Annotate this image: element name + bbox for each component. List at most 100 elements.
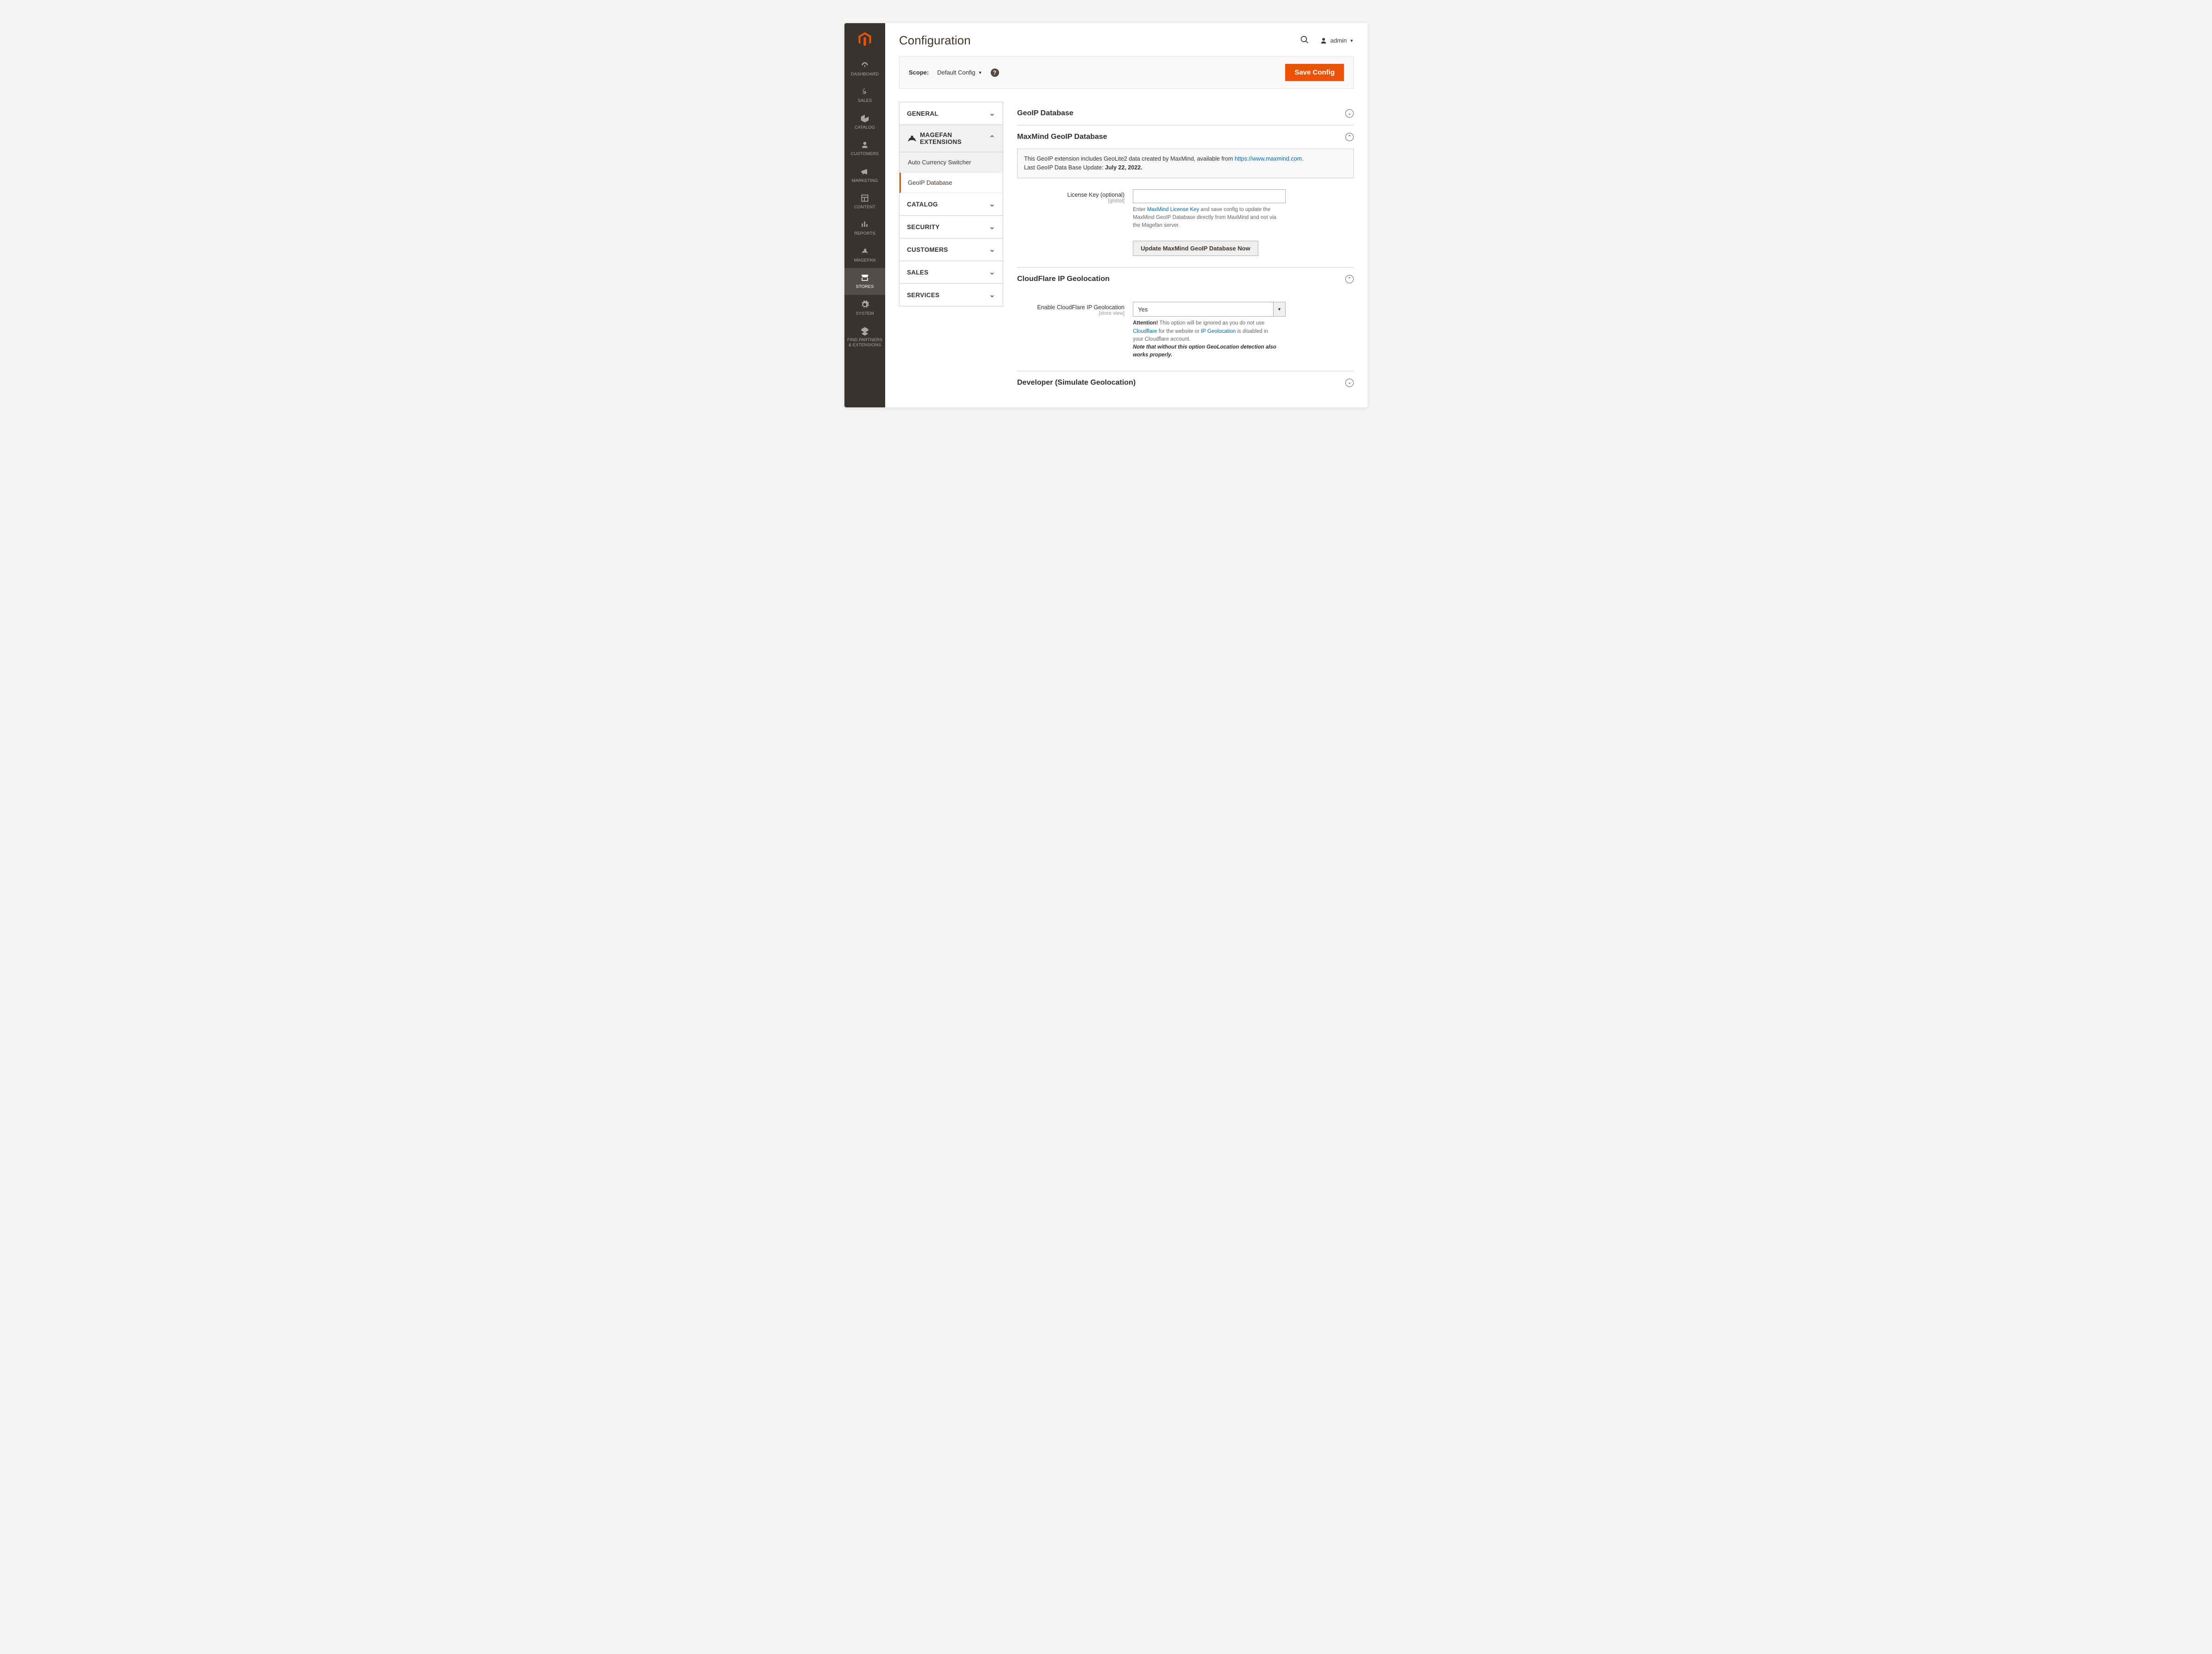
enable-cloudflare-select[interactable]: Yes ▼ [1133,302,1286,317]
nav-customers[interactable]: CUSTOMERS [844,135,885,162]
tab-label: SECURITY [907,224,940,231]
section-title: Developer (Simulate Geolocation) [1017,379,1136,387]
chevron-down-icon: ⌄ [989,290,995,300]
toolbar: Scope: Default Config ▼ ? Save Config [899,56,1354,89]
chevron-down-icon: ⌄ [989,222,995,231]
store-icon [860,273,869,282]
field-enable-cloudflare: Enable CloudFlare IP Geolocation [store … [1017,302,1354,359]
section-developer: Developer (Simulate Geolocation) ⌄ [1017,371,1354,394]
nav-label: CONTENT [854,205,875,210]
main-panel: Configuration admin ▼ Scope: Default Con… [885,23,1368,407]
note-emphasis: Note that without this option GeoLocatio… [1133,344,1276,358]
section-title: GeoIP Database [1017,109,1074,118]
chevron-down-icon: ⌄ [989,268,995,277]
magefan-icon [907,135,915,142]
dollar-icon [860,87,869,96]
tab-magefan-extensions[interactable]: MAGEFAN EXTENSIONS ⌃ [900,125,1003,152]
field-control: Update MaxMind GeoIP Database Now [1133,241,1286,256]
tab-label: GENERAL [907,110,938,117]
nav-stores[interactable]: STORES [844,268,885,294]
user-menu[interactable]: admin ▼ [1319,37,1354,45]
sub-geoip-database[interactable]: GeoIP Database [900,173,1003,193]
select-value: Yes [1133,302,1274,317]
ip-geolocation-link[interactable]: IP Geolocation [1201,329,1236,334]
nav-content[interactable]: CONTENT [844,188,885,215]
section-toggle[interactable]: CloudFlare IP Geolocation ⌃ [1017,268,1354,291]
nav-reports[interactable]: REPORTS [844,215,885,241]
nav-label: DASHBOARD [851,72,879,77]
section-toggle[interactable]: Developer (Simulate Geolocation) ⌄ [1017,371,1354,394]
user-name: admin [1331,37,1347,44]
help-icon[interactable]: ? [991,69,999,77]
nav-marketing[interactable]: MARKETING [844,162,885,188]
section-toggle[interactable]: GeoIP Database ⌄ [1017,102,1354,125]
section-toggle[interactable]: MaxMind GeoIP Database ⌃ [1017,125,1354,149]
nav-sales[interactable]: SALES [844,82,885,108]
admin-frame: DASHBOARD SALES CATALOG CUSTOMERS MARKET… [844,23,1368,407]
person-icon [860,140,869,150]
field-label: License Key (optional) [global] [1017,189,1133,204]
section-body: Enable CloudFlare IP Geolocation [store … [1017,302,1354,370]
partners-icon [860,326,869,336]
page-header: Configuration admin ▼ [885,23,1368,52]
scope-select[interactable]: Default Config ▼ [937,69,982,76]
tab-sales[interactable]: SALES ⌄ [900,261,1003,284]
sub-auto-currency[interactable]: Auto Currency Switcher [900,152,1003,173]
scope-wrap: Scope: Default Config ▼ ? [909,69,999,77]
scope-value: Default Config [937,69,975,76]
section-title: MaxMind GeoIP Database [1017,133,1107,141]
section-cloudflare: CloudFlare IP Geolocation ⌃ Enable Cloud… [1017,268,1354,371]
nav-system[interactable]: SYSTEM [844,295,885,321]
license-key-link[interactable]: MaxMind License Key [1147,207,1200,212]
nav-catalog[interactable]: CATALOG [844,109,885,135]
search-icon[interactable] [1300,35,1309,46]
field-license-key: License Key (optional) [global] Enter Ma… [1017,189,1354,230]
tab-general[interactable]: GENERAL ⌄ [900,102,1003,125]
tab-label: CATALOG [907,201,938,208]
license-key-input[interactable] [1133,189,1286,203]
tab-customers[interactable]: CUSTOMERS ⌄ [900,238,1003,261]
nav-magefan[interactable]: MAGEFAN [844,242,885,268]
page-title: Configuration [899,33,971,48]
nav-label: SYSTEM [856,311,874,316]
nav-label: STORES [856,284,874,289]
save-config-button[interactable]: Save Config [1285,64,1344,81]
info-text: This GeoIP extension includes GeoLite2 d… [1024,156,1235,162]
tab-label: SERVICES [907,292,939,299]
nav-dashboard[interactable]: DASHBOARD [844,56,885,82]
user-icon [1319,37,1328,45]
tab-label: MAGEFAN EXTENSIONS [920,131,985,145]
gear-icon [860,300,869,309]
tab-services[interactable]: SERVICES ⌄ [900,284,1003,306]
config-tabs: GENERAL ⌄ MAGEFAN EXTENSIONS ⌃ Auto Curr… [899,102,1003,306]
expand-icon: ⌄ [1345,109,1354,118]
tab-security[interactable]: SECURITY ⌄ [900,216,1003,238]
caret-down-icon: ▼ [1274,302,1286,317]
magento-logo[interactable] [844,23,885,56]
expand-icon: ⌄ [1345,379,1354,387]
tab-label: SALES [907,269,929,276]
field-label: Enable CloudFlare IP Geolocation [store … [1017,302,1133,316]
field-update-button: Update MaxMind GeoIP Database Now [1017,241,1354,256]
megaphone-icon [860,167,869,176]
section-body: This GeoIP extension includes GeoLite2 d… [1017,149,1354,267]
cloudflare-link[interactable]: Cloudflare [1133,329,1157,334]
update-maxmind-button[interactable]: Update MaxMind GeoIP Database Now [1133,241,1258,256]
nav-label: REPORTS [854,231,875,236]
nav-partners[interactable]: FIND PARTNERS & EXTENSIONS [844,321,885,353]
info-text: . [1302,156,1303,162]
config-panels: GeoIP Database ⌄ MaxMind GeoIP Database … [1017,102,1354,394]
scope-label: Scope: [909,69,929,76]
scope-note: [store view] [1017,311,1125,316]
scope-note: [global] [1017,198,1125,204]
label-text: Enable CloudFlare IP Geolocation [1037,304,1125,311]
maxmind-link[interactable]: https://www.maxmind.com [1235,156,1302,162]
caret-down-icon: ▼ [1350,38,1354,43]
magefan-subitems: Auto Currency Switcher GeoIP Database [900,152,1003,193]
section-geoip-database: GeoIP Database ⌄ [1017,102,1354,125]
maxmind-info-box: This GeoIP extension includes GeoLite2 d… [1017,149,1354,178]
tab-catalog[interactable]: CATALOG ⌄ [900,193,1003,216]
nav-label: CATALOG [855,125,875,130]
content-area: GENERAL ⌄ MAGEFAN EXTENSIONS ⌃ Auto Curr… [885,89,1368,407]
tab-label: CUSTOMERS [907,246,948,253]
